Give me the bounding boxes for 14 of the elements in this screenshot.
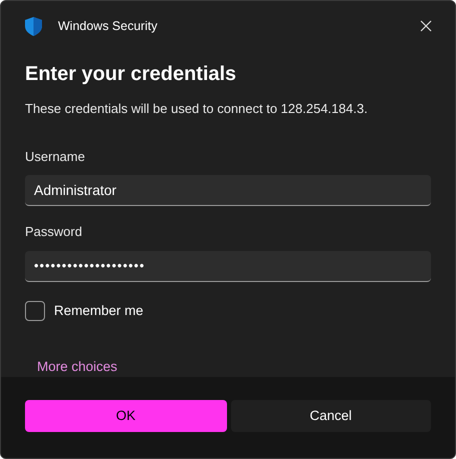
field-label: Username	[25, 148, 86, 166]
dialog-heading: Enter your credentials	[25, 62, 238, 87]
remember-checkbox[interactable]	[25, 300, 45, 321]
more-choices-link[interactable]: More choices	[37, 356, 118, 377]
description-text: These credentials will be used to connect to 128.254.184.3.	[25, 100, 369, 118]
password-field[interactable]: ••••••••••••••••••••	[25, 250, 431, 282]
window-title: Windows Security	[58, 18, 158, 35]
close-icon	[420, 20, 432, 32]
ok-button[interactable]: OK	[25, 400, 226, 432]
checkbox-label: Remember me	[54, 302, 144, 320]
username-field[interactable]: Administrator	[25, 175, 431, 206]
field-label: Password	[25, 223, 84, 241]
shield-icon	[25, 16, 42, 36]
cancel-button[interactable]: Cancel	[230, 400, 431, 432]
